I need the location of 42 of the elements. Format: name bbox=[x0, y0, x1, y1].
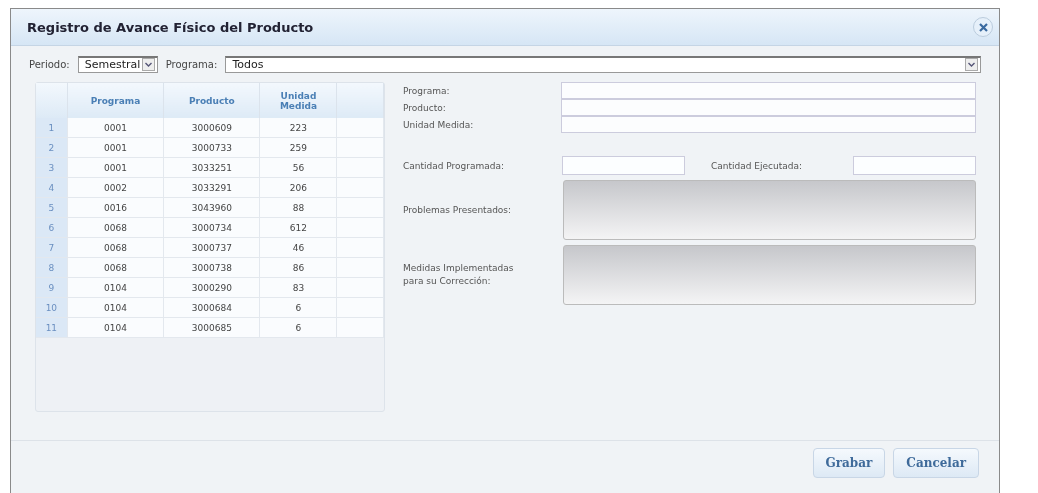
row-number: 1 bbox=[36, 118, 68, 138]
programa-select[interactable]: Todos bbox=[225, 55, 981, 73]
dialog-button[interactable]: Cancelar bbox=[893, 448, 979, 478]
text-area[interactable] bbox=[563, 245, 976, 305]
row-number: 4 bbox=[36, 177, 68, 198]
table-cell: 223 bbox=[260, 118, 337, 138]
row-number: 10 bbox=[36, 297, 68, 318]
periodo-select[interactable]: Semestral bbox=[77, 55, 158, 73]
dropdown-caret-icon bbox=[965, 58, 978, 71]
row-number: 6 bbox=[36, 217, 68, 238]
row-number: 5 bbox=[36, 197, 68, 218]
row-number: 3 bbox=[36, 157, 68, 178]
row-number: 2 bbox=[36, 137, 68, 158]
field-label: Medidas Implementadas para su Corrección: bbox=[403, 262, 515, 288]
input-field[interactable] bbox=[561, 116, 976, 133]
close-icon bbox=[978, 22, 988, 32]
input-field[interactable] bbox=[561, 99, 976, 116]
field-label: Producto: bbox=[403, 102, 447, 113]
dialog-button[interactable]: Grabar bbox=[812, 448, 886, 478]
text-area[interactable] bbox=[563, 180, 976, 240]
periodo-label: Periodo: bbox=[29, 58, 70, 70]
input-field[interactable] bbox=[561, 82, 976, 99]
column-header[interactable]: Producto bbox=[163, 83, 260, 118]
row-number: 8 bbox=[36, 257, 68, 278]
input-field[interactable] bbox=[562, 156, 685, 175]
row-number: 9 bbox=[36, 277, 68, 298]
field-label: Problemas Presentados: bbox=[403, 203, 513, 217]
input-field[interactable] bbox=[853, 156, 976, 175]
row-number: 11 bbox=[36, 317, 68, 338]
field-label: Unidad Medida: bbox=[403, 119, 475, 130]
programa-label: Programa: bbox=[165, 58, 218, 70]
window-title: Registro de Avance Físico del Producto bbox=[27, 19, 314, 35]
table-cell: 0001 bbox=[67, 118, 164, 138]
table-cell: 3000609 bbox=[163, 118, 260, 138]
dropdown-caret-icon bbox=[141, 58, 155, 71]
row-number: 7 bbox=[36, 237, 68, 258]
field-label: Cantidad Programada: bbox=[403, 160, 506, 171]
column-header[interactable]: Unidad Medida bbox=[260, 83, 337, 118]
field-label: Programa: bbox=[403, 85, 451, 96]
close-button[interactable] bbox=[973, 17, 993, 37]
column-header[interactable]: Programa bbox=[67, 83, 164, 118]
field-label: Cantidad Ejecutada: bbox=[710, 160, 803, 171]
